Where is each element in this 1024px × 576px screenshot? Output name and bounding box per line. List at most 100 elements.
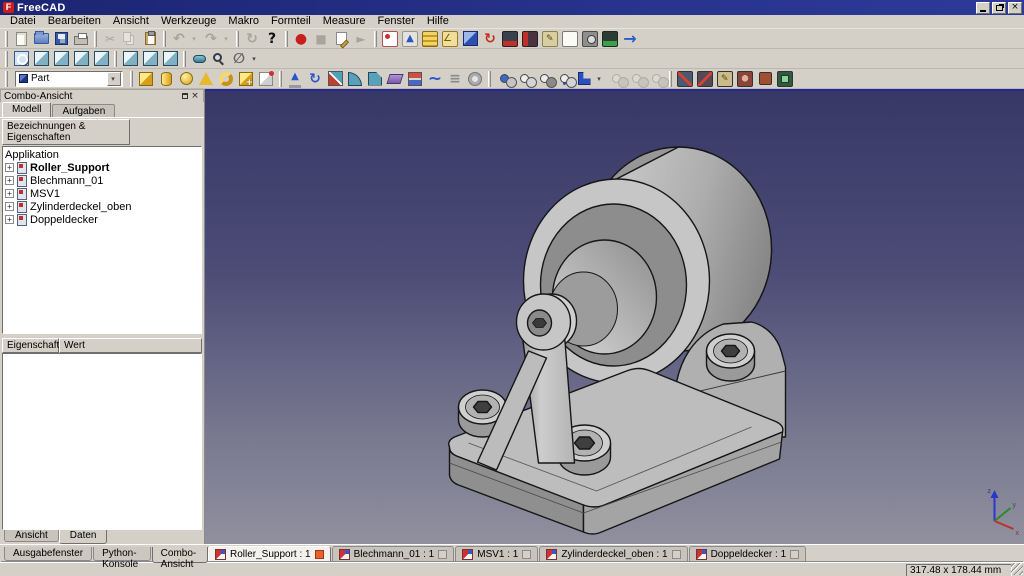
tab-combo-ansicht[interactable]: Combo-Ansicht — [152, 547, 208, 563]
part-torus-button[interactable] — [216, 70, 236, 88]
toolbar-grip[interactable] — [279, 71, 282, 87]
model-tree[interactable]: Applikation + Roller_Support + Blechmann… — [2, 146, 202, 334]
macro-dialog-button[interactable] — [331, 30, 351, 48]
redo-dropdown[interactable]: ▾ — [221, 30, 233, 48]
menu-formteil[interactable]: Formteil — [265, 15, 317, 28]
draw-style-button[interactable] — [189, 50, 209, 68]
forward-nav-button[interactable]: → — [620, 30, 640, 48]
part-cone-button[interactable] — [196, 70, 216, 88]
clear-measurements-button[interactable] — [735, 70, 755, 88]
fit-all-button[interactable] — [11, 50, 31, 68]
shape-builder-button[interactable] — [256, 70, 276, 88]
open-document-button[interactable] — [31, 30, 51, 48]
tab-close-icon[interactable] — [438, 550, 447, 559]
sync-view-button[interactable]: ↻ — [480, 30, 500, 48]
tab-aufgaben[interactable]: Aufgaben — [52, 104, 115, 117]
tab-close-icon[interactable] — [315, 550, 324, 559]
dock-close-button[interactable]: × — [190, 91, 200, 101]
toolbar-grip[interactable] — [183, 51, 186, 67]
connect-button[interactable] — [606, 70, 626, 88]
ruled-surface-button[interactable] — [385, 70, 405, 88]
workbench-selector[interactable]: Part ▾ — [15, 71, 123, 87]
fillet-button[interactable] — [345, 70, 365, 88]
doctab-blechmann[interactable]: Blechmann_01 : 1 — [332, 546, 455, 561]
close-button[interactable]: × — [1008, 2, 1022, 14]
measure-axis-button[interactable]: ∠ — [440, 30, 460, 48]
3d-viewport[interactable]: y x z — [205, 89, 1024, 544]
part-box-button[interactable] — [136, 70, 156, 88]
menu-makro[interactable]: Makro — [222, 15, 265, 28]
tree-item-msv1[interactable]: + MSV1 — [5, 187, 201, 200]
doctab-msv1[interactable]: MSV1 : 1 — [455, 546, 538, 561]
menu-fenster[interactable]: Fenster — [372, 15, 421, 28]
tab-ansicht[interactable]: Ansicht — [4, 530, 59, 542]
tab-close-icon[interactable] — [522, 550, 531, 559]
redo-button[interactable]: ↷ — [201, 30, 221, 48]
tree-item-zylinderdeckel[interactable]: + Zylinderdeckel_oben — [5, 200, 201, 213]
copy-button[interactable] — [120, 30, 140, 48]
expand-icon[interactable]: + — [5, 215, 14, 224]
tab-close-icon[interactable] — [790, 550, 799, 559]
menu-werkzeuge[interactable]: Werkzeuge — [155, 15, 222, 28]
rear-view-button[interactable] — [120, 50, 140, 68]
save-picture-button[interactable] — [580, 30, 600, 48]
toolbar-grip[interactable] — [669, 71, 672, 87]
boolean-cut-button[interactable] — [534, 70, 554, 88]
toolbar-grip[interactable] — [130, 71, 133, 87]
minimize-button[interactable] — [976, 2, 990, 14]
create-primitives-button[interactable] — [236, 70, 256, 88]
dock-float-button[interactable] — [180, 91, 190, 101]
tree-item-blechmann[interactable]: + Blechmann_01 — [5, 174, 201, 187]
tab-ausgabefenster[interactable]: Ausgabefenster — [4, 547, 92, 561]
toolbar-grip[interactable] — [488, 71, 491, 87]
toolbar-grip[interactable] — [285, 31, 288, 47]
doctab-zylinderdeckel[interactable]: Zylinderdeckel_oben : 1 — [539, 546, 687, 561]
toolbar-grip[interactable] — [5, 71, 8, 87]
toggle-3d-measurements-button[interactable] — [775, 70, 795, 88]
extrude-button[interactable]: ▲ — [285, 70, 305, 88]
macro-stop-button[interactable]: ■ — [311, 30, 331, 48]
refresh-button[interactable]: ↻ — [242, 30, 262, 48]
toolbar-grip[interactable] — [163, 31, 166, 47]
tree-item-doppeldecker[interactable]: + Doppeldecker — [5, 213, 201, 226]
toolbar-grip[interactable] — [5, 51, 8, 67]
clipping-plane-button[interactable]: ∅ — [229, 50, 249, 68]
property-editor[interactable] — [2, 353, 202, 530]
cutout-button[interactable] — [646, 70, 666, 88]
doctab-roller-support[interactable]: Roller_Support : 1 — [208, 546, 331, 561]
doctab-doppeldecker[interactable]: Doppeldecker : 1 — [689, 546, 807, 561]
measure-linear-button[interactable] — [675, 70, 695, 88]
annotate-button[interactable] — [540, 30, 560, 48]
tree-item-roller-support[interactable]: + Roller_Support — [5, 161, 201, 174]
import-up-button[interactable]: ▲ — [400, 30, 420, 48]
toolbar-grip[interactable] — [5, 31, 8, 47]
save-document-button[interactable] — [51, 30, 71, 48]
revolve-button[interactable]: ↻ — [305, 70, 325, 88]
menu-bearbeiten[interactable]: Bearbeiten — [42, 15, 107, 28]
tree-root[interactable]: Applikation — [5, 148, 201, 161]
bottom-view-button[interactable] — [140, 50, 160, 68]
bounding-box-button[interactable] — [460, 30, 480, 48]
compound-dropdown[interactable]: ▾ — [594, 70, 606, 88]
resize-grip[interactable] — [1011, 563, 1023, 575]
clipping-dropdown[interactable]: ▾ — [249, 50, 261, 68]
cut-button[interactable]: ✂ — [100, 30, 120, 48]
view-preset-1-button[interactable] — [500, 30, 520, 48]
expand-icon[interactable]: + — [5, 176, 14, 185]
toolbar-grip[interactable] — [374, 31, 377, 47]
part-cylinder-button[interactable] — [156, 70, 176, 88]
compound-button[interactable] — [574, 70, 594, 88]
tab-modell[interactable]: Modell — [2, 102, 51, 117]
whats-this-button[interactable]: ? — [262, 30, 282, 48]
stereo-frame-button[interactable] — [560, 30, 580, 48]
view-preset-3-button[interactable] — [600, 30, 620, 48]
menu-measure[interactable]: Measure — [317, 15, 372, 28]
axonometric-view-button[interactable] — [31, 50, 51, 68]
mirror-button[interactable] — [325, 70, 345, 88]
left-view-button[interactable] — [160, 50, 180, 68]
toolbar-grip[interactable] — [236, 31, 239, 47]
print-button[interactable] — [71, 30, 91, 48]
front-view-button[interactable] — [51, 50, 71, 68]
expand-icon[interactable]: + — [5, 163, 14, 172]
menu-hilfe[interactable]: Hilfe — [421, 15, 455, 28]
